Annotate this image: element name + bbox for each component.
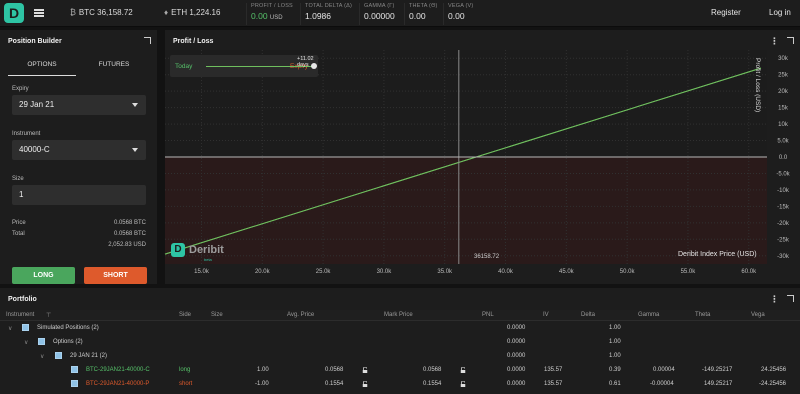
unlock-icon[interactable]	[362, 367, 368, 373]
instrument-cell[interactable]: BTC-29JAN21-40000-P	[86, 381, 149, 387]
x-tick-label: 30.0k	[377, 269, 393, 275]
chevron-down-icon[interactable]: ∨	[24, 339, 28, 346]
header-gamma[interactable]: Gamma	[638, 312, 659, 318]
delta-cell: 1.00	[609, 325, 621, 331]
legend-today-label: Today	[175, 63, 193, 70]
y-tick-label: -5.0k	[776, 171, 790, 177]
table-row[interactable]: ∨ Options (2) 0.0000 1.00	[0, 336, 800, 349]
header-avg-price[interactable]: Avg. Price	[287, 312, 314, 318]
header-theta[interactable]: Theta	[695, 312, 710, 318]
pnl-cell: 0.0000	[507, 339, 526, 345]
table-row[interactable]: ∨ Simulated Positions (2) 0.0000 1.00	[0, 322, 800, 335]
gamma-cell: -0.00004	[650, 381, 674, 387]
theta-cell: -149.25217	[702, 367, 733, 373]
header-pnl[interactable]: PNL	[482, 312, 494, 318]
delta-cell: 1.00	[609, 353, 621, 359]
watermark-sub: beta	[204, 257, 212, 262]
side-cell: long	[179, 367, 191, 373]
y-tick-label: 10k	[778, 122, 789, 128]
table-row[interactable]: BTC-29JAN21-40000-P short -1.00 0.1554 0…	[0, 378, 800, 391]
y-axis-label: Profit / Loss (USD)	[754, 58, 761, 113]
x-tick-label: 40.0k	[498, 269, 514, 275]
size-cell: -1.00	[255, 381, 269, 387]
row-name: Simulated Positions (2)	[37, 325, 99, 331]
x-tick-label: 15.0k	[194, 269, 210, 275]
avg-price-cell: 0.0568	[325, 367, 344, 373]
more-options-icon[interactable]: ⋮	[770, 294, 779, 305]
y-tick-label: -25k	[777, 237, 790, 243]
instrument-cell[interactable]: BTC-29JAN21-40000-C	[86, 367, 150, 373]
header-size[interactable]: Size	[211, 312, 223, 318]
unlock-icon[interactable]	[460, 367, 466, 373]
y-tick-label: 0.0	[779, 155, 788, 161]
y-tick-label: 25k	[778, 73, 789, 79]
mark-price-cell: 0.1554	[423, 381, 442, 387]
avg-price-cell: 0.1554	[325, 381, 344, 387]
checkbox[interactable]	[55, 352, 62, 359]
pnl-cell: 0.0000	[507, 367, 526, 373]
side-cell: short	[179, 381, 193, 387]
delta-cell: 1.00	[609, 339, 621, 345]
checkbox[interactable]	[22, 324, 29, 331]
header-vega[interactable]: Vega	[751, 312, 765, 318]
x-tick-label: 60.0k	[741, 269, 757, 275]
watermark-text: Deribit	[189, 244, 224, 256]
deribit-watermark-icon: D	[171, 243, 185, 257]
x-tick-label: 20.0k	[255, 269, 271, 275]
x-tick-label: 25.0k	[316, 269, 332, 275]
header-side[interactable]: Side	[179, 312, 191, 318]
legend-slider[interactable]: Today Expiry +11.02 days	[170, 55, 318, 77]
iv-cell: 135.57	[544, 381, 563, 387]
checkbox[interactable]	[71, 366, 78, 373]
pnl-cell: 0.0000	[507, 353, 526, 359]
y-tick-label: -15k	[777, 204, 790, 210]
checkbox[interactable]	[38, 338, 45, 345]
x-tick-label: 45.0k	[559, 269, 575, 275]
row-name: Options (2)	[53, 339, 83, 345]
y-tick-label: 5.0k	[777, 139, 789, 145]
size-cell: 1.00	[257, 367, 269, 373]
checkbox[interactable]	[71, 380, 78, 387]
table-row[interactable]: BTC-29JAN21-40000-C long 1.00 0.0568 0.0…	[0, 364, 800, 377]
y-tick-label: -20k	[777, 221, 790, 227]
delta-cell: 0.61	[609, 381, 621, 387]
chevron-down-icon[interactable]: ∨	[40, 353, 44, 360]
header-delta[interactable]: Delta	[581, 312, 595, 318]
header-instrument[interactable]: Instrument	[6, 312, 34, 318]
x-tick-label: 50.0k	[620, 269, 636, 275]
panel-title: Portfolio	[8, 296, 37, 303]
delta-cell: 0.39	[609, 367, 621, 373]
x-tick-label: 35.0k	[437, 269, 453, 275]
x-axis-label: Deribit Index Price (USD)	[678, 251, 757, 258]
header-iv[interactable]: IV	[543, 312, 549, 318]
theta-cell: 149.25217	[704, 381, 733, 387]
expand-icon[interactable]	[787, 295, 794, 302]
slider-days-label: +11.02 days	[297, 56, 314, 68]
table-row[interactable]: ∨ 29 JAN 21 (2) 0.0000 1.00	[0, 350, 800, 363]
portfolio-header-row: Instrument ⊤ Side Size Avg. Price Mark P…	[0, 310, 800, 321]
header-mark-price[interactable]: Mark Price	[384, 312, 413, 318]
y-tick-label: 20k	[778, 89, 789, 95]
y-tick-label: -10k	[777, 188, 790, 194]
y-tick-label: -30k	[777, 254, 790, 260]
y-tick-label: 30k	[778, 56, 789, 62]
unlock-icon[interactable]	[460, 381, 466, 387]
iv-cell: 135.57	[544, 367, 563, 373]
sort-icon[interactable]: ⊤	[46, 312, 51, 319]
y-tick-label: 15k	[778, 106, 789, 112]
crosshair-value-label: 36158.72	[474, 254, 500, 260]
unlock-icon[interactable]	[362, 381, 368, 387]
x-tick-label: 55.0k	[681, 269, 697, 275]
pnl-cell: 0.0000	[507, 325, 526, 331]
row-name: 29 JAN 21 (2)	[70, 353, 108, 359]
vega-cell: 24.25456	[761, 367, 787, 373]
chevron-down-icon[interactable]: ∨	[8, 325, 12, 332]
gamma-cell: 0.00004	[653, 367, 675, 373]
mark-price-cell: 0.0568	[423, 367, 442, 373]
vega-cell: -24.25456	[759, 381, 787, 387]
pnl-cell: 0.0000	[507, 381, 526, 387]
